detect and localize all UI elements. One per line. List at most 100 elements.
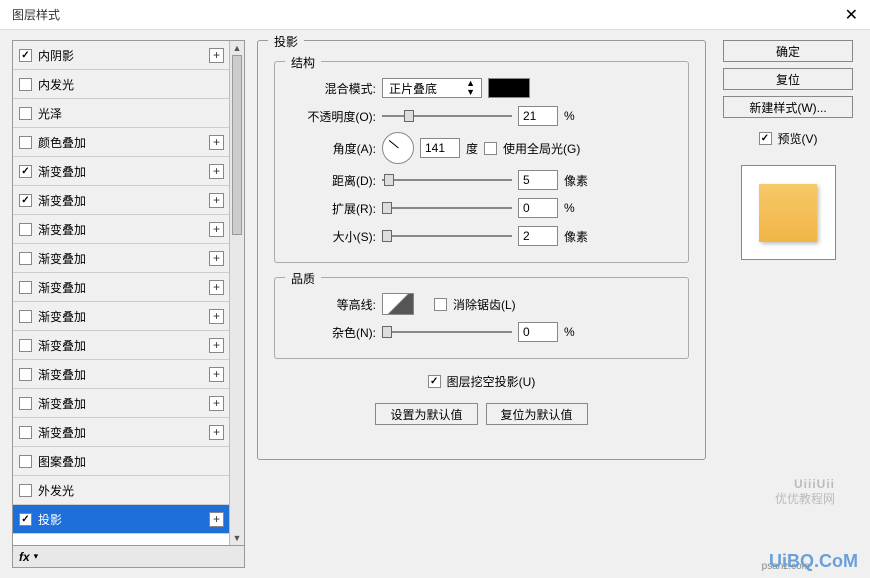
style-item[interactable]: 图案叠加 <box>13 447 244 476</box>
cancel-button[interactable]: 复位 <box>723 68 853 90</box>
style-item[interactable]: 渐变叠加+ <box>13 331 244 360</box>
chevron-down-icon[interactable]: ▾ <box>34 551 39 562</box>
style-item[interactable]: 渐变叠加+ <box>13 418 244 447</box>
opacity-input[interactable]: 21 <box>518 106 558 126</box>
style-checkbox[interactable] <box>19 165 32 178</box>
style-item[interactable]: 光泽 <box>13 99 244 128</box>
angle-dial[interactable] <box>382 132 414 164</box>
plus-icon[interactable]: + <box>209 164 224 179</box>
style-label: 投影 <box>38 511 62 528</box>
plus-icon[interactable]: + <box>209 338 224 353</box>
plus-icon[interactable]: + <box>209 222 224 237</box>
knockout-checkbox[interactable] <box>428 375 441 388</box>
style-checkbox[interactable] <box>19 252 32 265</box>
style-checkbox[interactable] <box>19 513 32 526</box>
style-item[interactable]: 渐变叠加 + <box>13 273 244 302</box>
global-light-label: 使用全局光(G) <box>503 140 580 157</box>
opacity-row: 不透明度(O): 21 % <box>291 102 672 130</box>
plus-icon[interactable]: + <box>209 135 224 150</box>
spread-slider[interactable] <box>382 198 512 218</box>
style-checkbox[interactable] <box>19 339 32 352</box>
scroll-thumb[interactable] <box>232 55 242 235</box>
blendmode-select[interactable]: 正片叠底 ▲▼ <box>382 78 482 98</box>
style-item[interactable]: 渐变叠加 + <box>13 215 244 244</box>
noise-slider[interactable] <box>382 322 512 342</box>
plus-icon[interactable]: + <box>209 251 224 266</box>
style-item[interactable]: 渐变叠加+ <box>13 244 244 273</box>
ok-button[interactable]: 确定 <box>723 40 853 62</box>
style-label: 渐变叠加 <box>38 279 86 296</box>
scrollbar[interactable]: ▲ ▼ <box>229 41 244 545</box>
distance-slider[interactable] <box>382 170 512 190</box>
preview-label: 预览(V) <box>778 130 818 147</box>
angle-input[interactable]: 141 <box>420 138 460 158</box>
style-item[interactable]: 颜色叠加+ <box>13 128 244 157</box>
style-checkbox[interactable] <box>19 281 32 294</box>
style-checkbox[interactable] <box>19 397 32 410</box>
style-checkbox[interactable] <box>19 455 32 468</box>
style-checkbox[interactable] <box>19 107 32 120</box>
distance-row: 距离(D): 5 像素 <box>291 166 672 194</box>
scroll-up-icon[interactable]: ▲ <box>230 41 244 55</box>
close-icon[interactable]: ✕ <box>845 5 858 25</box>
style-checkbox[interactable] <box>19 426 32 439</box>
size-input[interactable]: 2 <box>518 226 558 246</box>
style-checkbox[interactable] <box>19 368 32 381</box>
style-checkbox[interactable] <box>19 310 32 323</box>
style-checkbox[interactable] <box>19 78 32 91</box>
fx-icon[interactable]: fx <box>19 550 30 564</box>
scroll-down-icon[interactable]: ▼ <box>230 531 244 545</box>
style-checkbox[interactable] <box>19 223 32 236</box>
style-label: 光泽 <box>38 105 62 122</box>
plus-icon[interactable]: + <box>209 425 224 440</box>
style-item[interactable]: 渐变叠加+ <box>13 186 244 215</box>
preview-checkbox[interactable] <box>759 132 772 145</box>
opacity-slider[interactable] <box>382 106 512 126</box>
plus-icon[interactable]: + <box>209 193 224 208</box>
plus-icon[interactable]: + <box>209 512 224 527</box>
style-item[interactable]: 投影 + <box>13 505 244 534</box>
plus-icon[interactable]: + <box>209 48 224 63</box>
style-label: 渐变叠加 <box>38 221 86 238</box>
style-item[interactable]: 内阴影+ <box>13 41 244 70</box>
size-row: 大小(S): 2 像素 <box>291 222 672 250</box>
style-item[interactable]: 内发光 <box>13 70 244 99</box>
plus-icon[interactable]: + <box>209 396 224 411</box>
style-item[interactable]: 外发光 <box>13 476 244 505</box>
angle-label: 角度(A): <box>291 140 376 157</box>
style-list: 内阴影+内发光光泽颜色叠加+渐变叠加+渐变叠加+渐变叠加+渐变叠加+渐变叠加+渐… <box>12 40 245 546</box>
style-checkbox[interactable] <box>19 194 32 207</box>
plus-icon[interactable]: + <box>209 367 224 382</box>
style-item[interactable]: 渐变叠加+ <box>13 302 244 331</box>
reset-default-button[interactable]: 复位为默认值 <box>486 403 588 425</box>
plus-icon[interactable]: + <box>209 280 224 295</box>
noise-input[interactable]: 0 <box>518 322 558 342</box>
contour-row: 等高线: 消除锯齿(L) <box>291 290 672 318</box>
new-style-button[interactable]: 新建样式(W)... <box>723 96 853 118</box>
plus-icon[interactable]: + <box>209 309 224 324</box>
style-checkbox[interactable] <box>19 136 32 149</box>
style-item[interactable]: 渐变叠加+ <box>13 389 244 418</box>
select-arrows-icon: ▲▼ <box>466 79 475 97</box>
anti-alias-label: 消除锯齿(L) <box>453 296 516 313</box>
contour-picker[interactable] <box>382 293 414 315</box>
quality-group: 品质 等高线: 消除锯齿(L) 杂色(N): 0 % <box>274 277 689 359</box>
style-checkbox[interactable] <box>19 484 32 497</box>
style-item[interactable]: 渐变叠加+ <box>13 157 244 186</box>
anti-alias-checkbox[interactable] <box>434 298 447 311</box>
left-panel: 内阴影+内发光光泽颜色叠加+渐变叠加+渐变叠加+渐变叠加+渐变叠加+渐变叠加+渐… <box>12 40 245 568</box>
knockout-label: 图层挖空投影(U) <box>447 373 536 390</box>
style-checkbox[interactable] <box>19 49 32 62</box>
size-slider[interactable] <box>382 226 512 246</box>
shadow-color[interactable] <box>488 78 530 98</box>
style-item[interactable]: 渐变叠加+ <box>13 360 244 389</box>
set-default-button[interactable]: 设置为默认值 <box>375 403 477 425</box>
global-light-checkbox[interactable] <box>484 142 497 155</box>
window-title: 图层样式 <box>12 6 60 23</box>
titlebar: 图层样式 ✕ <box>0 0 870 30</box>
spread-input[interactable]: 0 <box>518 198 558 218</box>
noise-row: 杂色(N): 0 % <box>291 318 672 346</box>
distance-input[interactable]: 5 <box>518 170 558 190</box>
preview-row: 预览(V) <box>759 130 818 147</box>
angle-row: 角度(A): 141 度 使用全局光(G) <box>291 130 672 166</box>
